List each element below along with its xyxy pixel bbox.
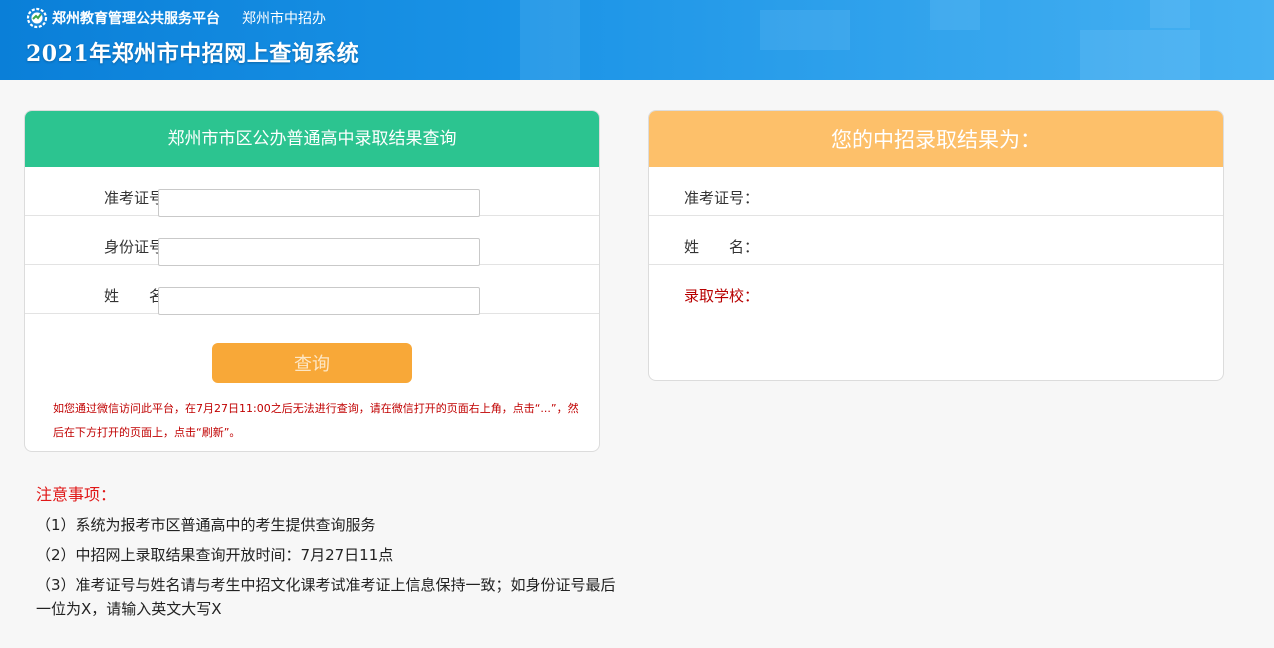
exam-number-row: 准考证号： — [25, 167, 599, 217]
note-item: （3）准考证号与姓名请与考生中招文化课考试准考证上信息保持一致；如身份证号最后一… — [36, 576, 616, 618]
notes-title: 注意事项： — [36, 485, 117, 504]
result-name-row: 姓 名： — [649, 216, 1223, 265]
name-row: 姓 名： — [25, 265, 599, 315]
banner-decoration — [1080, 30, 1200, 80]
office-name[interactable]: 郑州市中招办 — [242, 8, 326, 28]
exam-number-input[interactable] — [158, 189, 480, 217]
result-panel-title: 您的中招录取结果为： — [649, 111, 1223, 167]
header-banner: 郑州教育管理公共服务平台 郑州市中招办 2021年郑州市中招网上查询系统 — [0, 0, 1274, 80]
result-name-label: 姓 名： — [684, 238, 760, 256]
result-exam-number-label: 准考证号： — [684, 189, 760, 207]
query-panel: 郑州市市区公办普通高中录取结果查询 准考证号： 身份证号： 姓 名： 查询 如您… — [24, 110, 600, 452]
note-item: （1）系统为报考市区普通高中的考生提供查询服务 — [36, 516, 376, 534]
query-panel-title: 郑州市市区公办普通高中录取结果查询 — [25, 111, 599, 167]
id-number-row: 身份证号： — [25, 216, 599, 266]
notes-section: 注意事项： （1）系统为报考市区普通高中的考生提供查询服务 （2）中招网上录取结… — [36, 484, 616, 627]
result-school-row: 录取学校： — [649, 265, 1223, 372]
wechat-notice: 如您通过微信访问此平台，在7月27日11:00之后无法进行查询，请在微信打开的页… — [53, 402, 579, 439]
banner-decoration — [760, 10, 850, 50]
system-title: 2021年郑州市中招网上查询系统 — [26, 41, 360, 67]
name-input[interactable] — [158, 287, 480, 315]
gear-globe-logo-icon — [26, 7, 48, 29]
result-panel: 您的中招录取结果为： 准考证号： 姓 名： 录取学校： — [648, 110, 1224, 381]
query-button[interactable]: 查询 — [212, 343, 412, 383]
banner-decoration — [520, 0, 580, 80]
banner-decoration — [930, 0, 980, 30]
id-number-input[interactable] — [158, 238, 480, 266]
result-school-label: 录取学校： — [684, 287, 760, 305]
note-item: （2）中招网上录取结果查询开放时间：7月27日11点 — [36, 546, 394, 564]
platform-name[interactable]: 郑州教育管理公共服务平台 — [52, 8, 220, 28]
banner-decoration — [1150, 0, 1190, 28]
result-exam-number-row: 准考证号： — [649, 167, 1223, 216]
platform-line: 郑州教育管理公共服务平台 郑州市中招办 — [26, 6, 326, 30]
